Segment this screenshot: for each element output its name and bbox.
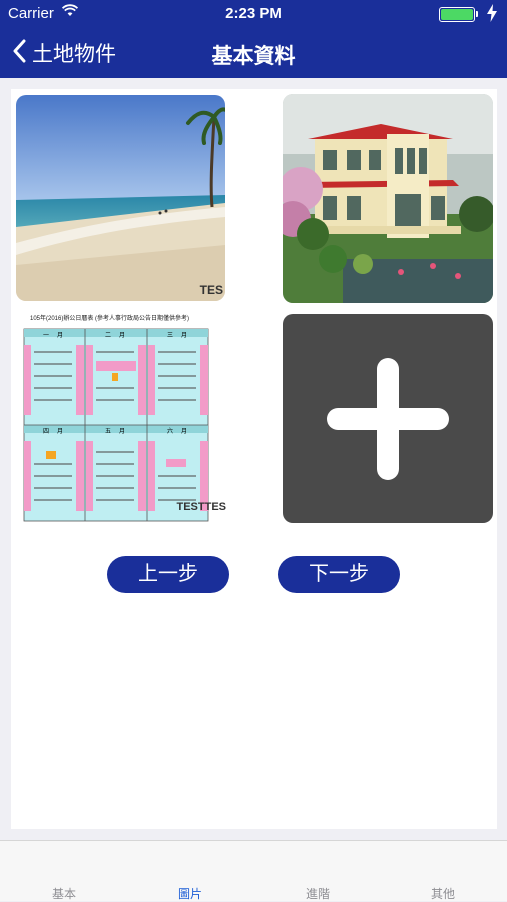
tab-advanced[interactable]: 進階 — [278, 885, 358, 902]
beach-photo-watermark: TES — [199, 283, 223, 297]
clock: 2:23 PM — [225, 5, 282, 22]
battery-cap — [476, 11, 478, 17]
calendar-month-label: 二月 — [105, 333, 134, 339]
calendar-photo[interactable]: 105年(2016)辦公日曆表 (參考人事行政局公告日期僅供參考) 一月 二月 … — [16, 311, 226, 522]
calendar-photo-watermark: TESTTES — [176, 501, 226, 513]
beach-photo[interactable]: TES — [16, 95, 225, 301]
tab-bar: 基本 圖片 進階 其他 — [0, 840, 507, 901]
calendar-month-label: 六月 — [167, 429, 196, 435]
add-photo-button[interactable] — [283, 314, 493, 523]
tab-basic[interactable]: 基本 — [24, 885, 104, 902]
calendar-month-label: 一月 — [43, 333, 72, 339]
previous-step-button[interactable]: 上一步 — [107, 556, 229, 593]
status-bar: Carrier 2:23 PM — [0, 0, 507, 28]
photo-panel: TES 105年(2016)辦公日曆表 (參考人事行政局公告日期僅供參考) 一月… — [11, 89, 497, 829]
calendar-grid — [23, 328, 209, 522]
battery-icon — [439, 7, 475, 22]
next-step-button[interactable]: 下一步 — [278, 556, 400, 593]
page-title: 基本資料 — [211, 45, 296, 68]
tab-images[interactable]: 圖片 — [150, 885, 230, 902]
navigation-bar: 土地物件 基本資料 — [0, 28, 507, 78]
calendar-month-label: 四月 — [43, 429, 72, 435]
tab-other[interactable]: 其他 — [403, 885, 483, 902]
calendar-month-label: 五月 — [105, 429, 134, 435]
plus-icon — [327, 358, 449, 480]
house-photo[interactable] — [283, 94, 493, 303]
charging-icon — [487, 4, 497, 26]
calendar-month-label: 三月 — [167, 333, 196, 339]
